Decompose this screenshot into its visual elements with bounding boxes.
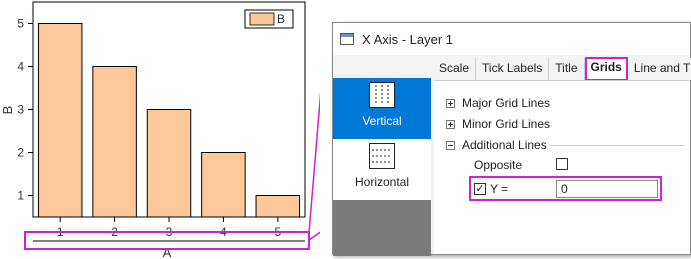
opposite-label: Opposite <box>474 158 523 172</box>
y-tick-label: 4 <box>17 60 24 74</box>
y-tick-label: 3 <box>17 103 24 117</box>
collapse-minus-icon[interactable] <box>446 140 455 150</box>
direction-item-horizontal[interactable]: Horizontal <box>333 139 431 200</box>
direction-item-vertical[interactable]: Vertical <box>333 78 431 139</box>
direction-label-vertical: Vertical <box>362 114 402 128</box>
horizontal-grid-icon <box>369 143 395 169</box>
opposite-checkbox[interactable] <box>556 158 568 170</box>
window-icon <box>340 33 354 45</box>
tree-additional-lines[interactable]: Additional Lines <box>446 138 547 152</box>
additional-lines-label: Additional Lines <box>462 138 547 152</box>
expand-plus-icon[interactable] <box>446 98 455 108</box>
minor-grid-label: Minor Grid Lines <box>462 117 551 131</box>
tab-line-and-ticks[interactable]: Line and T <box>627 58 691 80</box>
y-row-highlight-box <box>469 176 662 201</box>
bar-3 <box>146 109 192 218</box>
bar-5 <box>255 195 301 218</box>
legend-label: B <box>277 12 285 26</box>
bar-2 <box>92 66 137 218</box>
direction-label-horizontal: Horizontal <box>354 175 410 189</box>
y-tick-label: 5 <box>17 17 24 31</box>
group-separator <box>549 145 685 146</box>
major-grid-label: Major Grid Lines <box>462 96 551 110</box>
tab-title[interactable]: Title <box>549 58 585 80</box>
tab-grids[interactable]: Grids <box>584 57 628 81</box>
tab-bar: Scale Tick Labels Title Grids Line and T <box>433 57 691 81</box>
tab-tick-labels[interactable]: Tick Labels <box>476 58 550 80</box>
tree-minor-grid-lines[interactable]: Minor Grid Lines <box>446 117 550 131</box>
dialog-title: X Axis - Layer 1 <box>362 31 454 47</box>
y-tick-label: 2 <box>17 146 24 160</box>
dialog-titlebar: X Axis - Layer 1 <box>333 23 690 55</box>
expand-plus-icon[interactable] <box>446 119 455 129</box>
y-tick-label: 1 <box>17 189 24 203</box>
callout-line-top <box>308 91 320 234</box>
vertical-grid-icon <box>369 82 395 108</box>
bar-1 <box>37 23 83 218</box>
y-axis-label: B <box>0 106 15 115</box>
tab-scale[interactable]: Scale <box>433 58 477 80</box>
tree-major-grid-lines[interactable]: Major Grid Lines <box>446 96 550 110</box>
bar-4 <box>201 152 246 218</box>
bar-chart: 12345 12345 B A B <box>0 1 320 259</box>
x-axis-label: A <box>163 245 172 259</box>
opposite-row: Opposite <box>474 158 522 172</box>
legend: B <box>244 9 294 29</box>
direction-panel: Vertical Horizontal <box>333 78 431 256</box>
legend-swatch <box>249 12 275 26</box>
callout-line-bottom <box>308 231 320 241</box>
